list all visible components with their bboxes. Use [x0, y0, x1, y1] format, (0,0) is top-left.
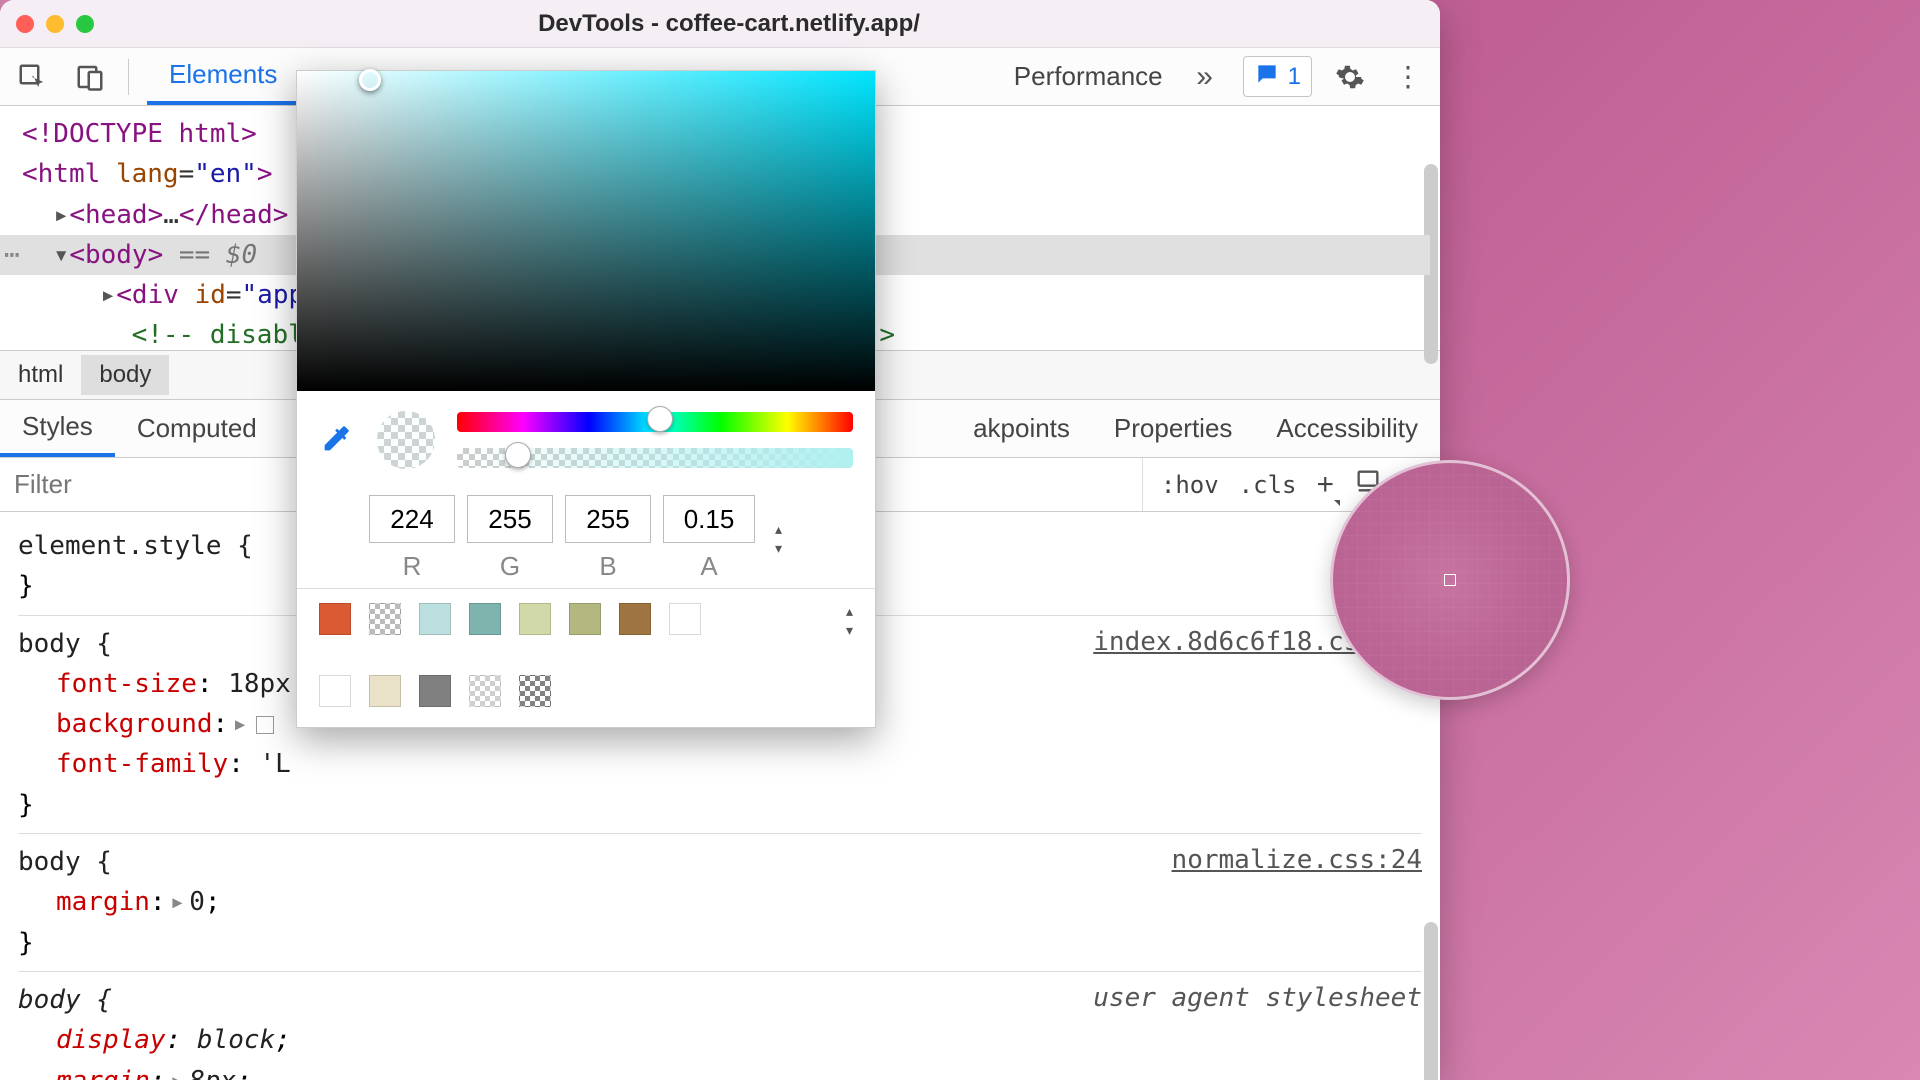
alpha-slider[interactable] [457, 448, 853, 468]
window-title: DevTools - coffee-cart.netlify.app/ [94, 10, 1364, 38]
new-rule-button[interactable]: + [1316, 468, 1334, 502]
styles-scrollbar[interactable] [1424, 922, 1438, 1080]
eyedropper-icon[interactable] [319, 422, 355, 458]
zoom-window-button[interactable] [76, 15, 94, 33]
devtools-window: DevTools - coffee-cart.netlify.app/ Elem… [0, 0, 1440, 1080]
color-mode-toggle[interactable]: ▴▾ [775, 521, 782, 557]
palette-swatch[interactable] [569, 603, 601, 635]
saturation-handle[interactable] [359, 69, 381, 91]
hue-handle[interactable] [647, 406, 673, 432]
issues-count: 1 [1288, 63, 1301, 91]
tab-performance[interactable]: Performance [992, 48, 1185, 105]
cls-toggle[interactable]: .cls [1239, 471, 1297, 499]
palette-swatch[interactable] [469, 675, 501, 707]
titlebar: DevTools - coffee-cart.netlify.app/ [0, 0, 1440, 48]
alpha-handle[interactable] [505, 442, 531, 468]
palette-swatch[interactable] [519, 675, 551, 707]
rule-body-ua[interactable]: user agent stylesheet body { display: bl… [18, 972, 1422, 1080]
ua-source: user agent stylesheet [1093, 978, 1422, 1018]
settings-icon[interactable] [1330, 57, 1370, 97]
palette-swatch[interactable] [319, 675, 351, 707]
issues-badge[interactable]: 1 [1243, 56, 1312, 97]
palette-swatch[interactable] [419, 603, 451, 635]
crumb-body[interactable]: body [81, 355, 169, 395]
color-preview-swatch [377, 411, 435, 469]
minimize-window-button[interactable] [46, 15, 64, 33]
device-toggle-icon[interactable] [70, 57, 110, 97]
color-picker-popover: R G B A ▴▾ ▴▾ [296, 70, 876, 728]
kebab-menu-icon[interactable]: ⋮ [1388, 57, 1428, 97]
magnifier-crosshair [1444, 574, 1456, 586]
a-input[interactable] [663, 495, 755, 543]
inspect-element-icon[interactable] [12, 57, 52, 97]
hue-slider[interactable] [457, 412, 853, 432]
tab-elements[interactable]: Elements [147, 48, 299, 105]
palette-swatch[interactable] [619, 603, 651, 635]
palette-swatch[interactable] [319, 603, 351, 635]
subtab-styles[interactable]: Styles [0, 400, 115, 457]
close-window-button[interactable] [16, 15, 34, 33]
color-swatch-icon[interactable] [256, 716, 274, 734]
subtab-properties[interactable]: Properties [1092, 400, 1255, 457]
b-input[interactable] [565, 495, 651, 543]
rgba-inputs: R G B A ▴▾ [297, 489, 875, 588]
issues-icon [1254, 61, 1280, 92]
palette-swatch[interactable] [519, 603, 551, 635]
more-tabs-icon[interactable]: » [1185, 57, 1225, 97]
color-palette: ▴▾ [297, 588, 875, 727]
palette-toggle[interactable]: ▴▾ [846, 603, 853, 639]
g-input[interactable] [467, 495, 553, 543]
palette-swatch[interactable] [469, 603, 501, 635]
palette-swatch[interactable] [369, 675, 401, 707]
source-link[interactable]: normalize.css:24 [1172, 840, 1422, 880]
palette-swatch[interactable] [669, 603, 701, 635]
palette-swatch[interactable] [369, 603, 401, 635]
r-input[interactable] [369, 495, 455, 543]
saturation-field[interactable] [297, 71, 875, 391]
rule-body-2[interactable]: normalize.css:24 body { margin:▸0; } [18, 834, 1422, 972]
subtab-breakpoints-partial[interactable]: akpoints [951, 400, 1092, 457]
hov-toggle[interactable]: :hov [1161, 471, 1219, 499]
palette-swatch[interactable] [419, 675, 451, 707]
subtab-accessibility[interactable]: Accessibility [1254, 400, 1440, 457]
crumb-html[interactable]: html [0, 355, 81, 395]
subtab-computed[interactable]: Computed [115, 400, 279, 457]
eyedropper-magnifier[interactable] [1330, 460, 1570, 700]
traffic-lights [16, 15, 94, 33]
